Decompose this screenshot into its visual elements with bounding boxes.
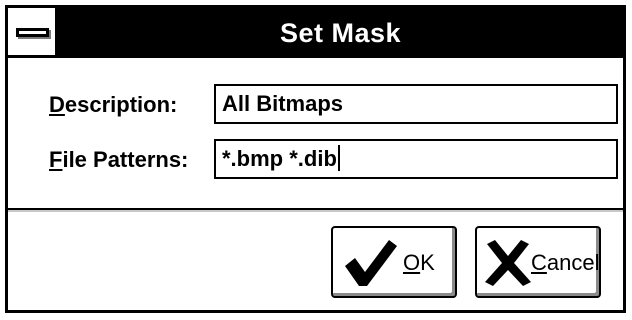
file-patterns-label: File Patterns:: [49, 147, 188, 173]
description-label-text: escription:: [64, 92, 178, 117]
ok-button-label: OK: [403, 250, 435, 276]
cancel-mnemonic: C: [531, 250, 547, 275]
description-label-mnemonic: D: [49, 92, 65, 117]
description-label: Description:: [49, 92, 177, 118]
ok-label-rest: K: [420, 250, 435, 275]
title-bar[interactable]: Set Mask: [8, 8, 623, 58]
cancel-button[interactable]: Cancel: [475, 226, 601, 298]
file-patterns-value: *.bmp *.dib: [222, 146, 337, 171]
file-patterns-field[interactable]: *.bmp *.dib: [214, 139, 618, 179]
file-patterns-label-text: ile Patterns:: [62, 147, 189, 172]
checkmark-icon: [345, 240, 397, 286]
system-menu-button[interactable]: [8, 8, 58, 58]
separator-shadow: [8, 210, 623, 212]
cancel-button-label: Cancel: [531, 250, 599, 276]
ok-button[interactable]: OK: [331, 226, 457, 298]
x-mark-icon: [485, 240, 531, 286]
file-patterns-label-mnemonic: F: [49, 147, 63, 172]
system-menu-bar-icon: [16, 28, 49, 37]
text-caret: [337, 145, 340, 172]
set-mask-dialog: Set Mask Description: All Bitmaps File P…: [5, 5, 626, 313]
description-value: All Bitmaps: [222, 91, 344, 116]
description-field[interactable]: All Bitmaps: [214, 84, 618, 124]
cancel-label-rest: ancel: [546, 250, 600, 275]
dialog-title: Set Mask: [279, 18, 402, 48]
ok-mnemonic: O: [403, 250, 421, 275]
